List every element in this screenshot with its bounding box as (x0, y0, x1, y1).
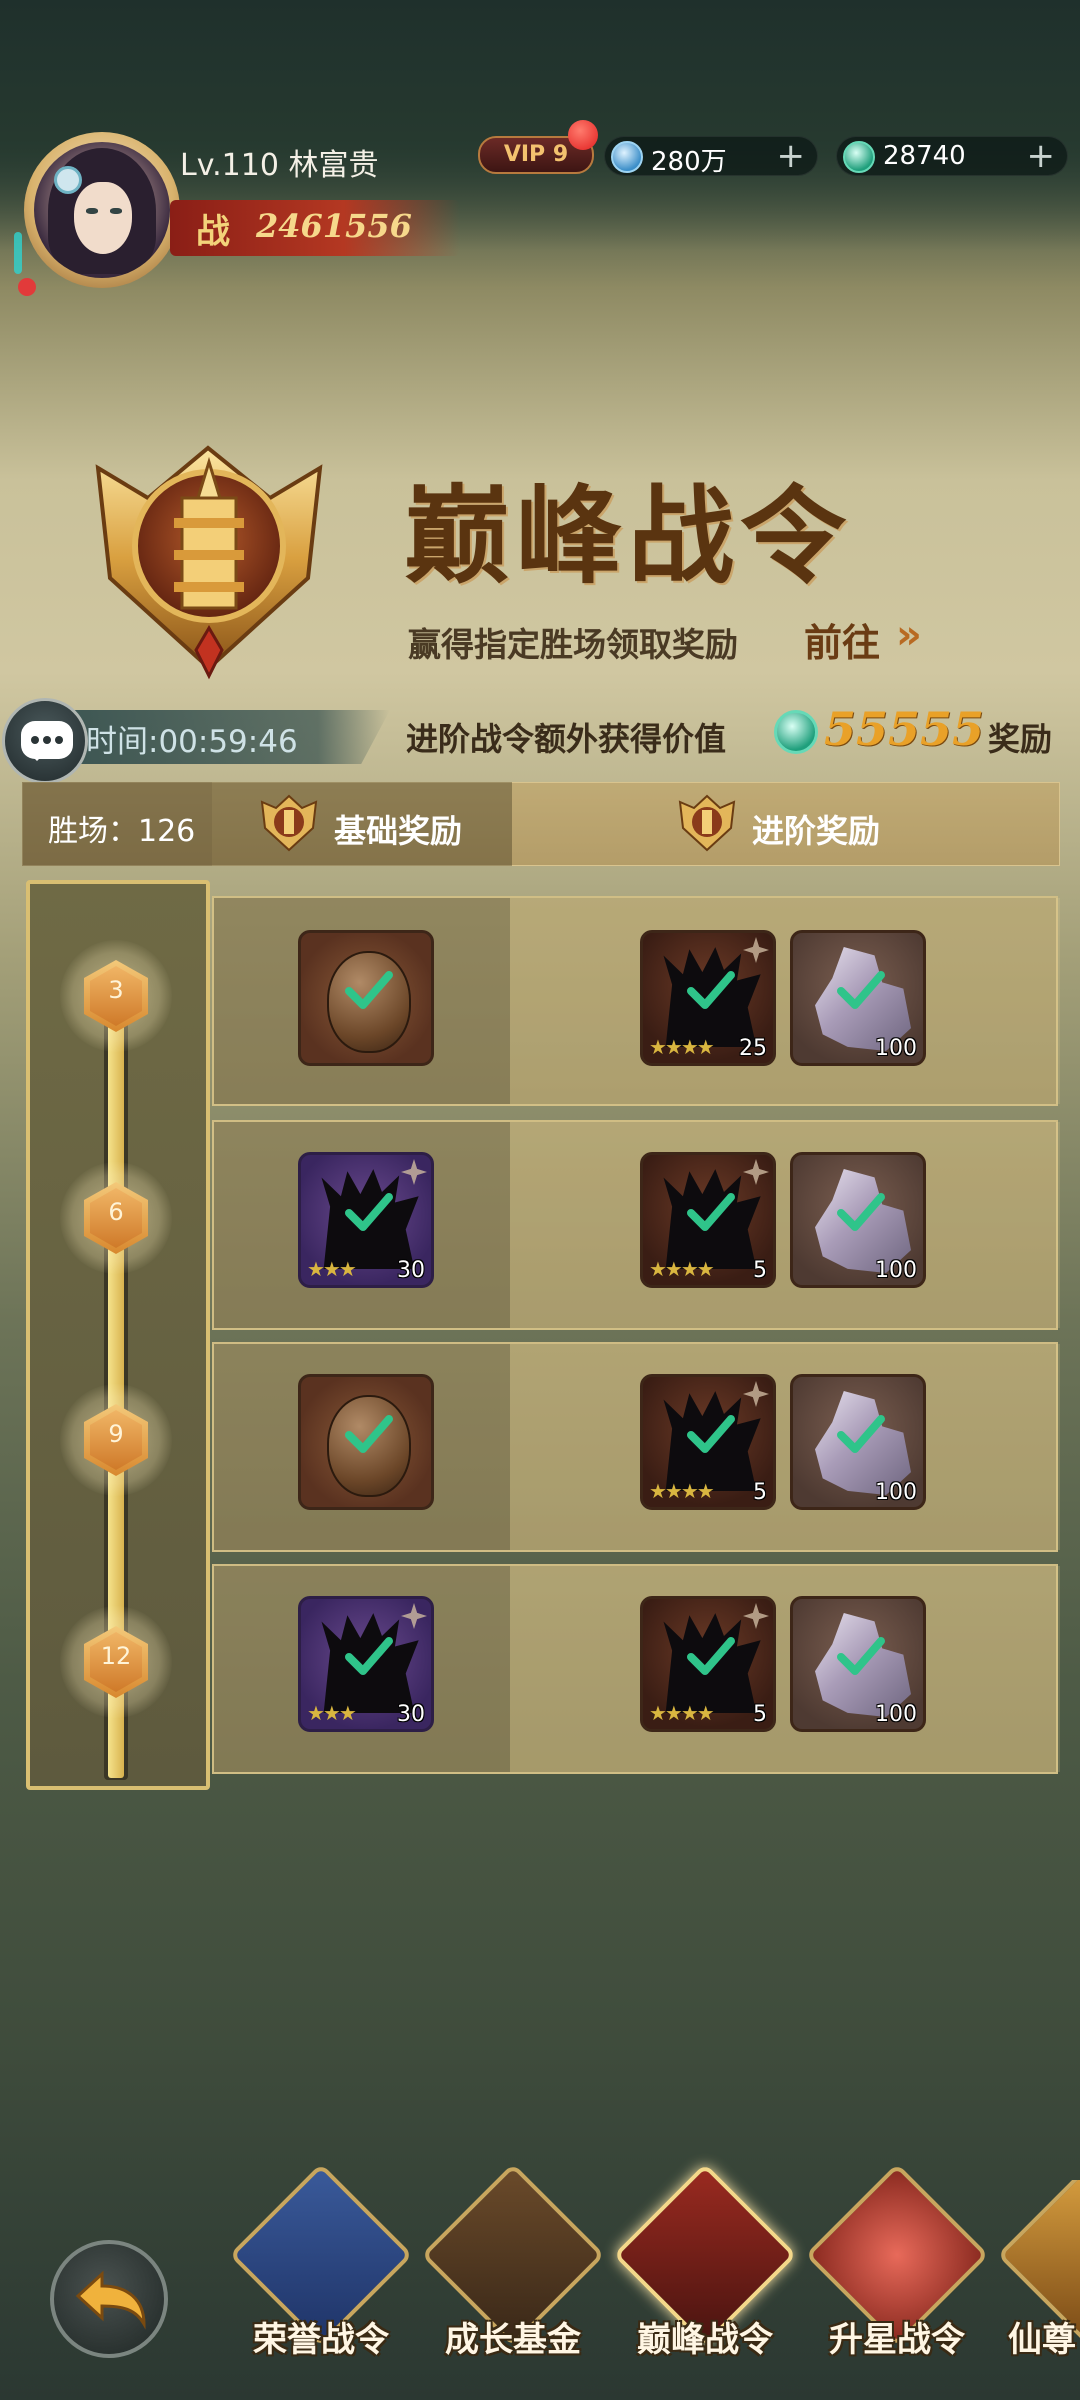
item-count: 100 (875, 1480, 917, 1505)
jade-resource: 28740 + (836, 136, 1068, 176)
milestone-node: 3 (60, 940, 172, 1052)
milestone-number: 3 (108, 976, 124, 1004)
notification-dot (18, 278, 36, 296)
shard-badge-icon (743, 1381, 769, 1407)
item-count: 5 (753, 1480, 767, 1505)
diamond-icon (611, 141, 643, 173)
star-rating: ★★★ (307, 1701, 357, 1725)
chat-bubble-icon (21, 721, 73, 761)
item-count: 100 (875, 1036, 917, 1061)
diamond-resource: 280万 + (604, 136, 818, 177)
back-arrow-icon (75, 2270, 146, 2330)
advanced-reward-header: 进阶奖励 (752, 812, 881, 850)
milestone-node: 12 (60, 1606, 172, 1718)
check-icon (687, 1637, 735, 1675)
reward-item-hero-shard[interactable]: ★★★★ 25 (640, 930, 776, 1066)
shard-badge-icon (743, 1159, 769, 1185)
goto-button[interactable]: 前往 (804, 612, 880, 667)
check-icon (687, 971, 735, 1009)
shard-badge-icon (743, 1603, 769, 1629)
nav-label: 成长基金 (445, 2320, 581, 2360)
star-rating: ★★★★ (649, 1257, 715, 1281)
nav-label: 升星战令 (829, 2320, 965, 2360)
item-count: 25 (739, 1036, 767, 1061)
check-icon (345, 1415, 393, 1453)
reward-item-egg[interactable] (298, 1374, 434, 1510)
advanced-bonus-suffix: 奖励 (988, 720, 1053, 758)
nav-peak-pass[interactable]: 巅峰战令 (610, 2163, 800, 2400)
nav-label: 仙尊 (1008, 2320, 1076, 2360)
reward-item-crystal[interactable]: 100 (790, 1152, 926, 1288)
nav-star-pass[interactable]: 升星战令 (802, 2163, 992, 2400)
shard-badge-icon (401, 1603, 427, 1629)
reward-item-egg[interactable] (298, 930, 434, 1066)
check-icon (687, 1193, 735, 1231)
milestone-number: 6 (108, 1198, 124, 1226)
check-icon (837, 971, 885, 1009)
check-icon (837, 1415, 885, 1453)
reward-item-hero-shard[interactable]: ★★★ 30 (298, 1152, 434, 1288)
page-title: 巅峰战令 (404, 473, 852, 598)
reward-item-crystal[interactable]: 100 (790, 1374, 926, 1510)
power-label: 战 (196, 212, 230, 252)
check-icon (345, 1193, 393, 1231)
milestone-node: 9 (60, 1384, 172, 1496)
back-button[interactable] (50, 2240, 168, 2358)
milestone-number: 9 (108, 1420, 124, 1448)
chat-button[interactable] (2, 698, 88, 784)
reward-item-crystal[interactable]: 100 (790, 930, 926, 1066)
side-indicator (14, 232, 22, 274)
nav-honor-pass[interactable]: 荣誉战令 (226, 2163, 416, 2400)
jade-amount: 28740 (883, 141, 966, 171)
reward-item-hero-shard[interactable]: ★★★★ 5 (640, 1596, 776, 1732)
reward-item-crystal[interactable]: 100 (790, 1596, 926, 1732)
player-level-name: Lv.110 林富贵 (180, 148, 379, 183)
shard-badge-icon (743, 937, 769, 963)
reward-item-hero-shard[interactable]: ★★★ 30 (298, 1596, 434, 1732)
wins-count: 胜场：126 (48, 814, 196, 849)
peak-pass-emblem-icon (95, 445, 323, 680)
item-count: 30 (397, 1258, 425, 1283)
double-chevron-right-icon[interactable]: » (896, 612, 922, 658)
item-count: 30 (397, 1702, 425, 1727)
jade-coin-icon (843, 141, 875, 173)
banner-subtitle: 赢得指定胜场领取奖励 (408, 625, 738, 664)
star-rating: ★★★ (307, 1257, 357, 1281)
check-icon (837, 1637, 885, 1675)
vip-notification-dot (568, 120, 598, 150)
countdown-timer: 时间:00:59:46 (86, 724, 298, 760)
nav-label: 巅峰战令 (637, 2320, 773, 2360)
advanced-pass-emblem-icon (678, 794, 736, 852)
hair-ornament-icon (54, 166, 82, 194)
check-icon (345, 1637, 393, 1675)
check-icon (837, 1193, 885, 1231)
star-rating: ★★★★ (649, 1701, 715, 1725)
check-icon (687, 1415, 735, 1453)
diamond-amount: 280万 (651, 147, 727, 177)
add-diamond-button[interactable]: + (777, 137, 806, 175)
star-rating: ★★★★ (649, 1479, 715, 1503)
nav-label: 荣誉战令 (253, 2320, 389, 2360)
milestone-node: 6 (60, 1162, 172, 1274)
nav-growth-fund[interactable]: 成长基金 (418, 2163, 608, 2400)
advanced-bonus-value: 55555 (824, 702, 985, 756)
power-value: 2461556 (256, 207, 412, 245)
nav-immortal[interactable]: 仙尊 (994, 2180, 1080, 2400)
milestone-number: 12 (100, 1642, 132, 1670)
base-reward-header: 基础奖励 (334, 812, 463, 850)
shard-badge-icon (401, 1159, 427, 1185)
avatar[interactable] (34, 142, 170, 278)
advanced-bonus-text: 进阶战令额外获得价值 (406, 720, 727, 758)
base-pass-emblem-icon (260, 794, 318, 852)
reward-item-hero-shard[interactable]: ★★★★ 5 (640, 1374, 776, 1510)
check-icon (345, 971, 393, 1009)
reward-item-hero-shard[interactable]: ★★★★ 5 (640, 1152, 776, 1288)
add-jade-button[interactable]: + (1027, 137, 1056, 175)
item-count: 100 (875, 1702, 917, 1727)
item-count: 100 (875, 1258, 917, 1283)
item-count: 5 (753, 1258, 767, 1283)
star-rating: ★★★★ (649, 1035, 715, 1059)
item-count: 5 (753, 1702, 767, 1727)
jade-coin-icon (774, 710, 818, 754)
